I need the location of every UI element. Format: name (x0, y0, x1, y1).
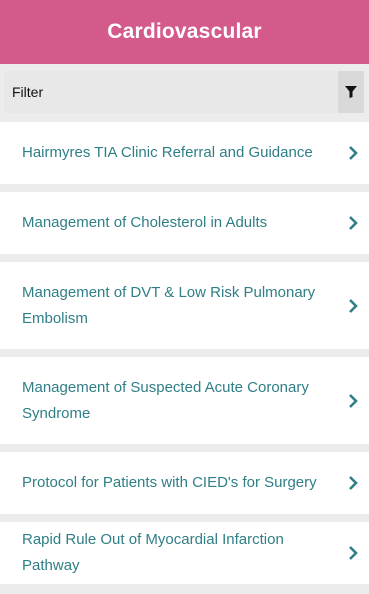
chevron-right-icon (349, 476, 358, 490)
list-item-label: Protocol for Patients with CIED's for Su… (22, 474, 317, 491)
filter-button[interactable] (338, 71, 364, 113)
list-item-label: Management of Suspected Acute Coronary S… (22, 378, 309, 422)
filter-bar: Filter (0, 64, 369, 122)
list-item-label: Hairmyres TIA Clinic Referral and Guidan… (22, 144, 313, 161)
list-item[interactable]: Hairmyres TIA Clinic Referral and Guidan… (0, 122, 369, 184)
page-header: Cardiovascular (0, 0, 369, 64)
chevron-right-icon (349, 146, 358, 160)
page-title: Cardiovascular (107, 20, 262, 43)
list-item[interactable]: Management of Cholesterol in Adults (0, 192, 369, 254)
chevron-right-icon (349, 546, 358, 560)
list-item[interactable]: Rapid Rule Out of Myocardial Infarction … (0, 522, 369, 584)
filter-field[interactable]: Filter (4, 71, 364, 113)
chevron-right-icon (349, 393, 358, 408)
list-item[interactable]: Management of Suspected Acute Coronary S… (0, 357, 369, 444)
filter-label: Filter (12, 84, 44, 100)
list-item-label: Management of Cholesterol in Adults (22, 214, 268, 231)
chevron-right-icon (349, 298, 358, 313)
filter-icon (345, 86, 357, 98)
list-item-label: Rapid Rule Out of Myocardial Infarction … (22, 531, 284, 574)
guideline-list: Hairmyres TIA Clinic Referral and Guidan… (0, 122, 369, 592)
chevron-right-icon (349, 216, 358, 230)
list-item[interactable]: Protocol for Patients with CIED's for Su… (0, 452, 369, 514)
list-item-label: Management of DVT & Low Risk Pulmonary E… (22, 283, 316, 327)
list-item[interactable]: Management of DVT & Low Risk Pulmonary E… (0, 262, 369, 349)
